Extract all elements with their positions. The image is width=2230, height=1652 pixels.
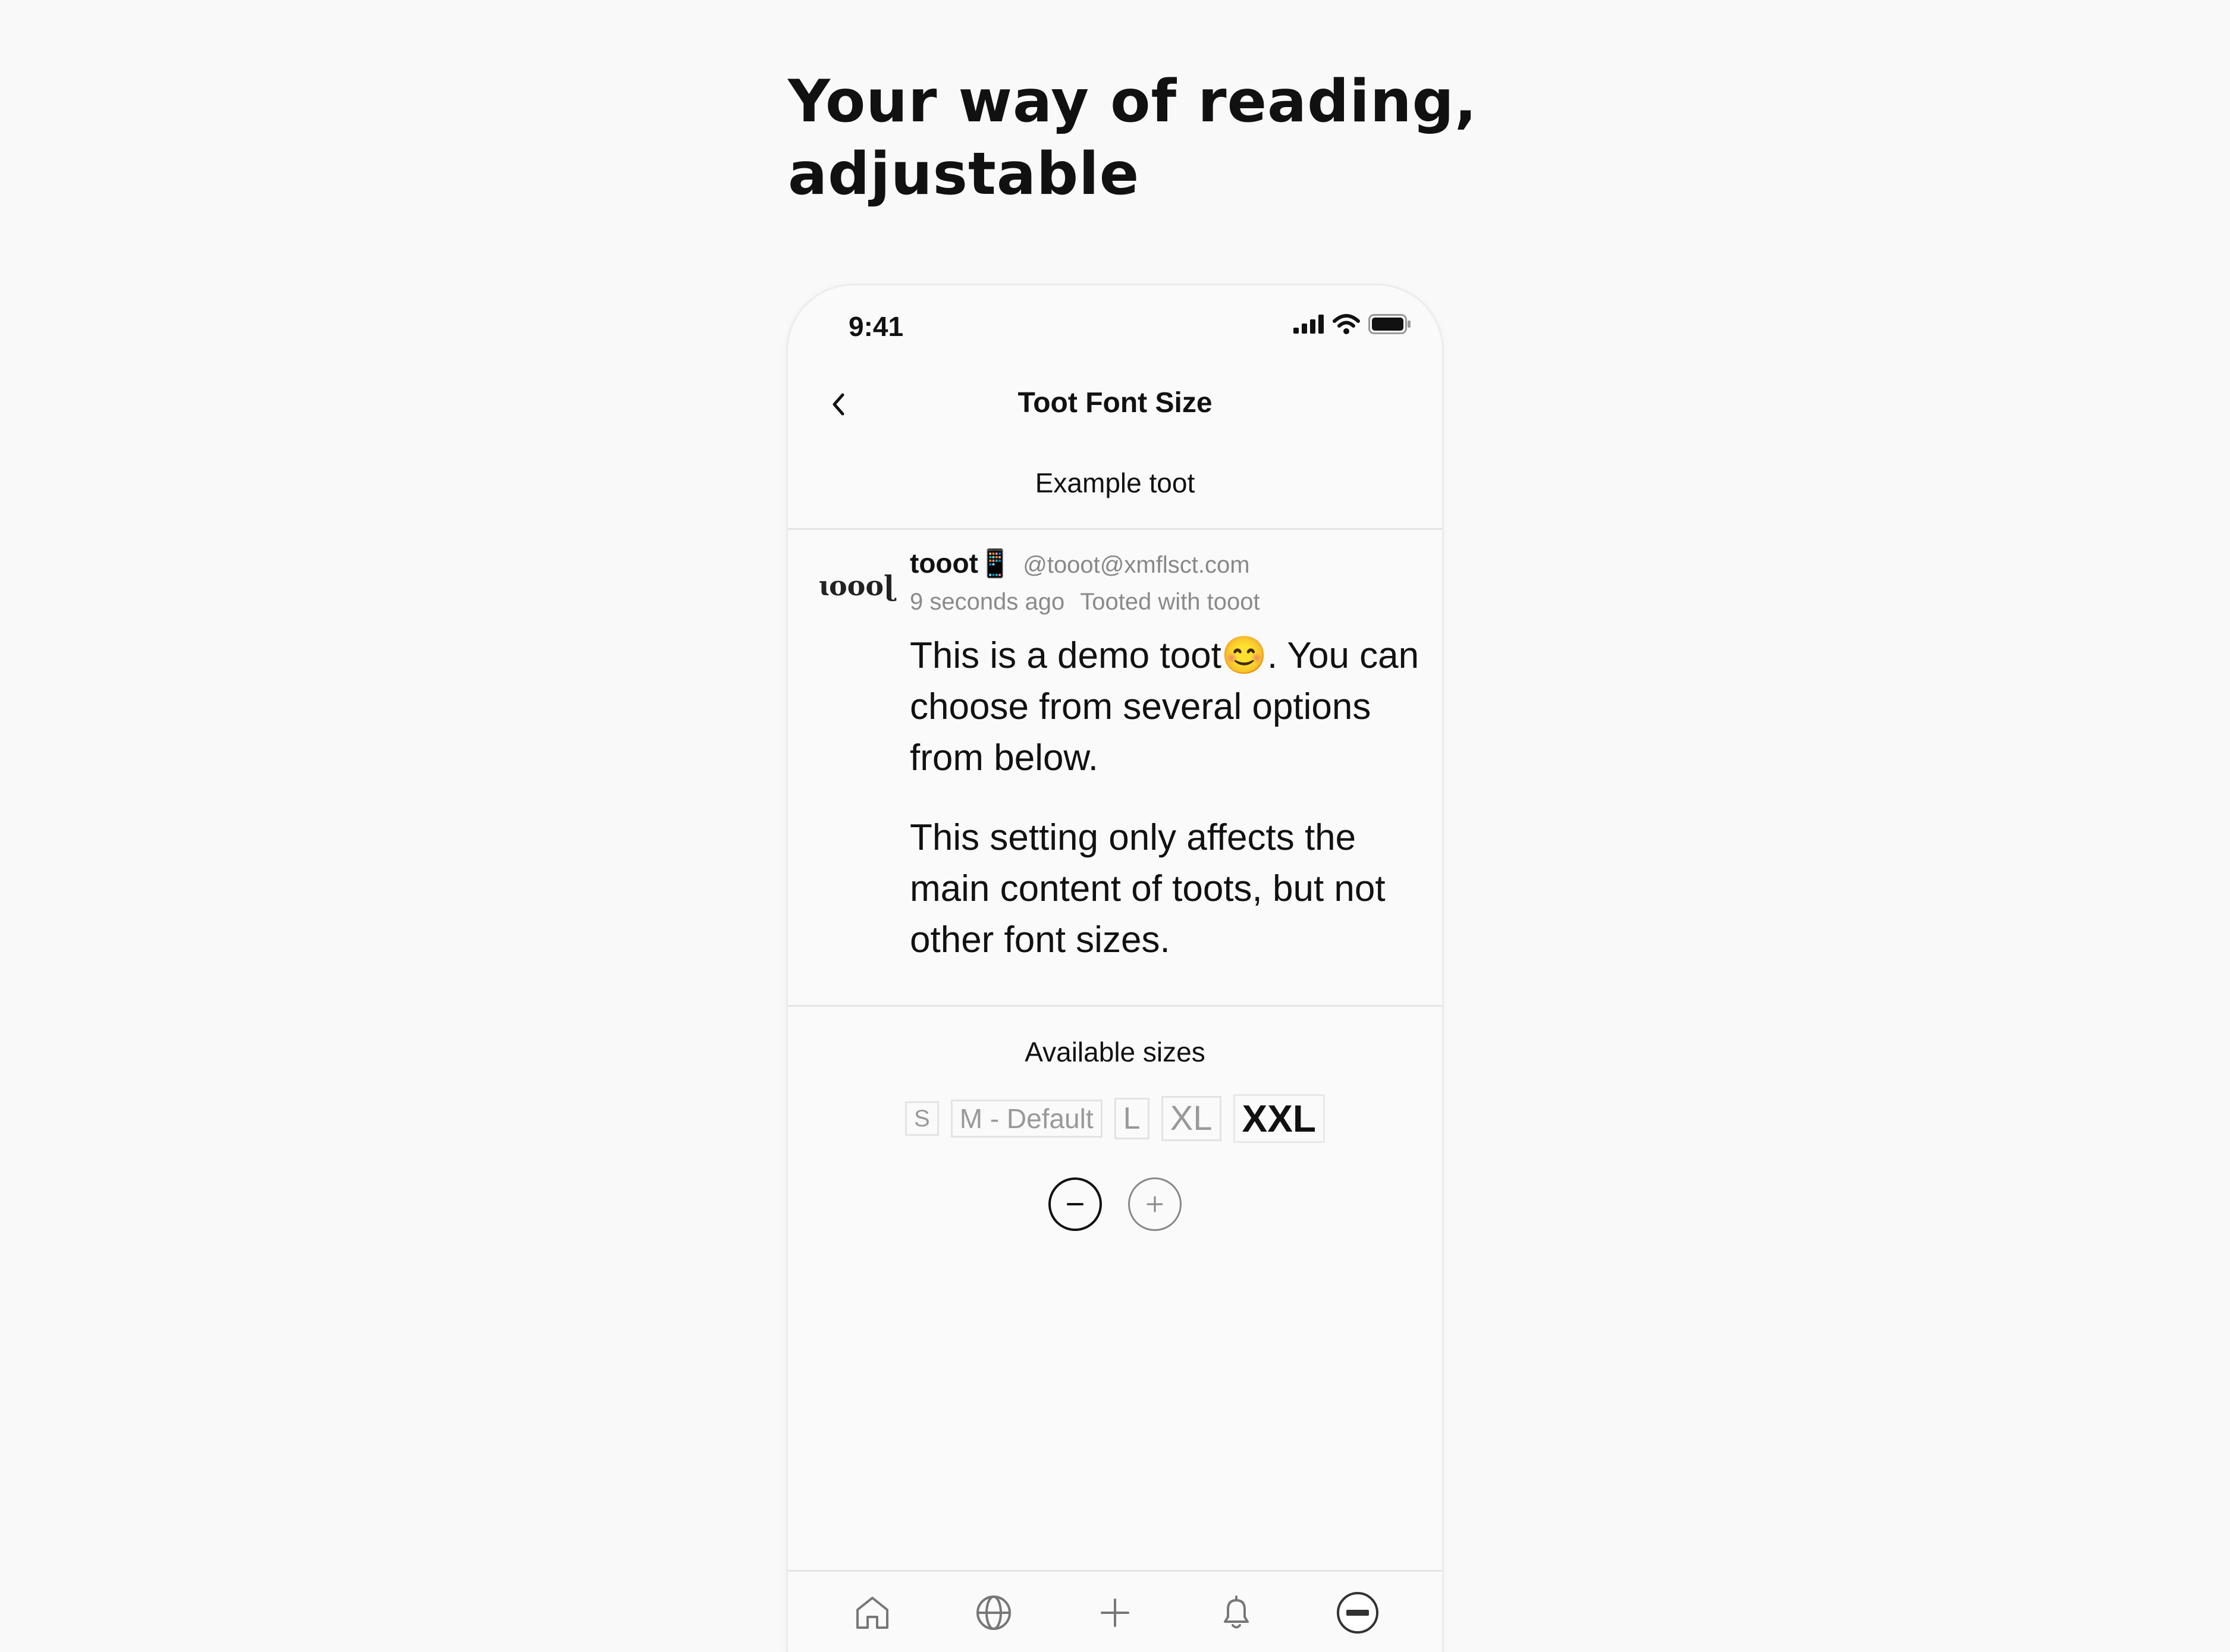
size-option-l[interactable]: L — [1114, 1098, 1149, 1139]
toot-content: This is a demo toot😊. You can choose fro… — [910, 630, 1421, 994]
available-sizes-label: Available sizes — [1025, 1037, 1205, 1067]
tab-notifications[interactable] — [1210, 1586, 1263, 1640]
size-option-s[interactable]: S — [905, 1101, 939, 1136]
size-option-xxl[interactable]: XXL — [1233, 1094, 1325, 1143]
page-headline: Your way of reading, adjustable — [788, 65, 1502, 211]
toot-display-name[interactable]: tooot📱 — [910, 547, 1012, 580]
headline-line-2: adjustable — [788, 140, 1140, 208]
toot-handle[interactable]: @tooot@xmflsct.com — [1023, 552, 1249, 579]
size-options: S M - Default L XL XXL — [788, 1094, 1442, 1143]
minus-icon — [1067, 1203, 1083, 1205]
tab-explore[interactable] — [967, 1586, 1020, 1640]
signal-icon — [1293, 315, 1324, 334]
size-option-xl[interactable]: XL — [1161, 1096, 1221, 1141]
status-bar: 9:41 — [788, 285, 1442, 369]
status-time: 9:41 — [849, 311, 904, 342]
plus-icon — [1147, 1196, 1163, 1213]
nav-title: Toot Font Size — [1017, 387, 1213, 419]
plus-icon — [1101, 1598, 1129, 1627]
profile-avatar-icon — [1337, 1591, 1378, 1634]
toot-application: Tooted with tooot — [1080, 589, 1260, 615]
tab-compose[interactable] — [1088, 1586, 1142, 1640]
wifi-icon — [1333, 314, 1360, 334]
nav-bar: Toot Font Size — [788, 369, 1442, 440]
increase-size-button[interactable] — [1128, 1177, 1182, 1231]
toot-paragraph-1: This is a demo toot😊. You can choose fro… — [910, 635, 1419, 778]
avatar[interactable]: ɩoooɭ — [818, 568, 895, 604]
globe-icon — [976, 1595, 1011, 1630]
headline-line-1: Your way of reading, — [788, 68, 1478, 136]
home-icon — [856, 1596, 888, 1629]
toot-meta: 9 seconds ago Tooted with tooot — [910, 589, 1260, 615]
tab-profile[interactable] — [1331, 1586, 1384, 1640]
divider — [788, 528, 1442, 530]
divider — [788, 1005, 1442, 1007]
toot-header: tooot📱 @tooot@xmflsct.com — [910, 547, 1250, 580]
toot-timestamp: 9 seconds ago — [910, 589, 1065, 615]
battery-icon — [1368, 314, 1411, 334]
example-toot-label: Example toot — [1035, 467, 1195, 498]
tab-bar — [788, 1570, 1442, 1652]
decrease-size-button[interactable] — [1048, 1177, 1102, 1231]
tab-home[interactable] — [846, 1586, 899, 1640]
status-icons — [1293, 314, 1411, 334]
bell-icon — [1224, 1595, 1249, 1628]
phone-screen: 9:41 Toot Font Size Example toot ɩoooɭ t… — [788, 285, 1442, 1652]
size-stepper — [788, 1177, 1442, 1231]
toot-paragraph-2: This setting only affects the main conte… — [910, 817, 1386, 960]
size-option-m-default[interactable]: M - Default — [950, 1100, 1103, 1138]
